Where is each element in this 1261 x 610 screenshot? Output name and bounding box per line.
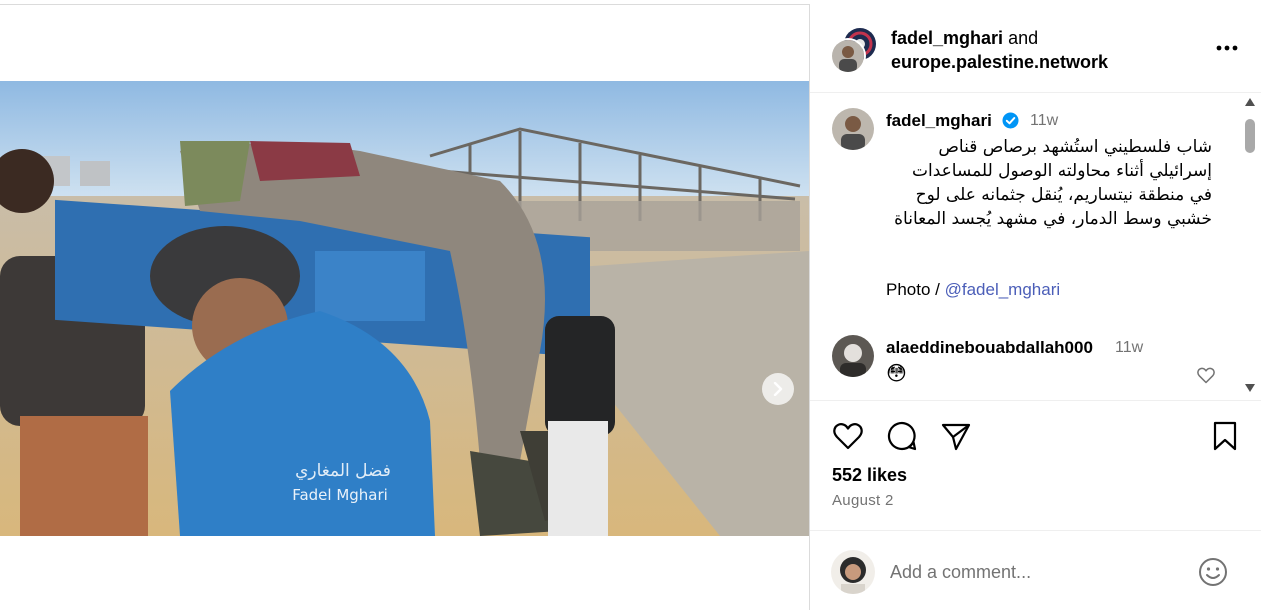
comment-box-divider — [810, 530, 1261, 531]
comment-avatar[interactable] — [832, 335, 874, 377]
caption-username[interactable]: fadel_mghari — [886, 111, 992, 131]
author-avatars[interactable] — [830, 26, 878, 74]
carousel-next-button[interactable] — [762, 373, 794, 405]
heart-icon[interactable] — [1196, 365, 1216, 385]
post-photo — [0, 81, 809, 536]
post-media[interactable]: فضل المغاري Fadel Mghari — [0, 81, 809, 536]
collaborator-username[interactable]: europe.palestine.network — [891, 52, 1108, 72]
heart-icon[interactable] — [831, 419, 865, 453]
avatar-image — [831, 550, 875, 594]
watermark-arabic: فضل المغاري — [295, 461, 391, 481]
avatar-image — [832, 40, 864, 72]
scroll-down-arrow-icon[interactable] — [1244, 383, 1256, 393]
photo-credit-mention[interactable]: @fadel_mghari — [945, 280, 1061, 299]
verified-icon — [1002, 112, 1019, 129]
caption-text: شاب فلسطيني استُشهد برصاص قناص إسرائيلي … — [894, 137, 1212, 229]
chevron-right-icon — [773, 382, 783, 396]
avatar-image — [832, 108, 874, 150]
avatar-image — [832, 335, 874, 377]
scroll-up-arrow-icon[interactable] — [1244, 97, 1256, 107]
caption-photo-credit: Photo / @fadel_mghari — [886, 280, 1060, 300]
comment-timestamp[interactable]: 11w — [1115, 339, 1143, 357]
comment-icon[interactable] — [885, 419, 919, 453]
ellipsis-icon[interactable] — [1214, 40, 1240, 56]
comments-list[interactable]: fadel_mghari 11w شاب فلسطيني استُشهد برص… — [810, 93, 1261, 400]
caption-timestamp[interactable]: 11w — [1030, 112, 1058, 130]
comment-text: 😳 — [886, 363, 907, 385]
post-header: fadel_mghari and europe.palestine.networ… — [810, 4, 1261, 93]
watermark-latin: Fadel Mghari — [292, 486, 388, 504]
current-user-avatar — [831, 550, 875, 594]
comments-scrollbar[interactable] — [1242, 93, 1259, 400]
photo-credit-prefix: Photo / — [886, 280, 945, 299]
caption-avatar[interactable] — [832, 108, 874, 150]
scrollbar-thumb[interactable] — [1245, 119, 1255, 153]
emoji-icon[interactable] — [1197, 556, 1229, 588]
likes-count[interactable]: 552 likes — [832, 465, 907, 486]
post-authors: fadel_mghari and europe.palestine.networ… — [891, 26, 1108, 74]
top-border — [0, 4, 809, 5]
author-username[interactable]: fadel_mghari — [891, 28, 1003, 48]
bookmark-icon[interactable] — [1208, 419, 1242, 453]
actions-divider — [810, 400, 1261, 401]
share-icon[interactable] — [939, 419, 973, 453]
post-date[interactable]: August 2 — [832, 492, 894, 509]
author-connector: and — [1008, 28, 1039, 48]
comment-username[interactable]: alaeddinebouabdallah000 — [886, 338, 1093, 358]
avatar-author[interactable] — [830, 38, 866, 74]
add-comment-input[interactable] — [890, 558, 1180, 586]
